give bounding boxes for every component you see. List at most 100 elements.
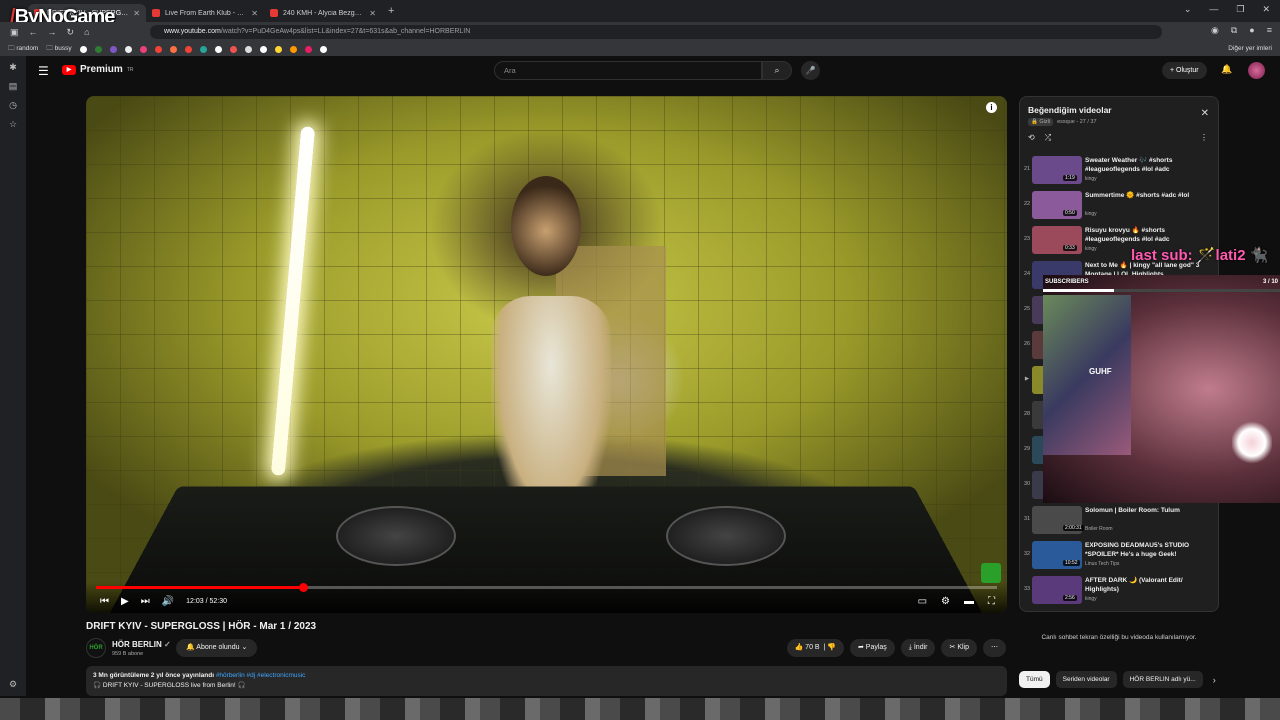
home-icon[interactable]: ⌂ xyxy=(84,27,89,38)
bookmark-icon[interactable] xyxy=(94,45,102,53)
playlist-item-title[interactable]: EXPOSING DEADMAU5's STUDIO *SPOILER* He'… xyxy=(1085,541,1210,559)
back-icon[interactable]: ← xyxy=(29,27,38,38)
browser-tab[interactable]: 240 KMH - Alycia Bezgo | HÖR ✕ xyxy=(264,4,382,22)
bookmark-icon[interactable] xyxy=(154,45,162,53)
create-button[interactable]: + Oluştur xyxy=(1162,62,1207,79)
chip-channel[interactable]: HÖR BERLIN adlı yü... xyxy=(1122,671,1203,688)
bookmark-icon[interactable] xyxy=(304,45,312,53)
subscribe-button[interactable]: 🔔 Abone olundu ⌄ xyxy=(176,639,258,657)
history-icon[interactable]: ◷ xyxy=(9,100,17,111)
new-tab-button[interactable]: + xyxy=(388,5,394,17)
bookmark-icon[interactable] xyxy=(289,45,297,53)
sidebar-toggle-icon[interactable]: ▣ xyxy=(10,27,19,38)
guide-menu-icon[interactable]: ☰ xyxy=(38,64,49,78)
youtube-premium-logo[interactable]: ▶ Premium TR xyxy=(62,64,133,75)
playlist-item-title[interactable]: AFTER DARK 🌙 (Valorant Edit/ Highlights) xyxy=(1085,576,1210,594)
download-button[interactable]: ⤓ İndir xyxy=(900,639,936,657)
fullscreen-icon[interactable]: ⛶ xyxy=(988,596,995,607)
progress-bar[interactable] xyxy=(96,583,997,592)
account-avatar[interactable] xyxy=(1248,62,1265,79)
settings-icon[interactable]: ⚙ xyxy=(941,596,950,607)
playlist-item-thumbnail[interactable] xyxy=(1032,611,1082,612)
extension-icon[interactable]: ◉ xyxy=(1211,25,1219,36)
thumbs-down-icon[interactable]: 👎 xyxy=(827,644,836,651)
bookmark-icon[interactable] xyxy=(184,45,192,53)
theater-mode-icon[interactable]: ▬ xyxy=(964,596,974,607)
bookmark-icon[interactable] xyxy=(124,45,132,53)
playlist-item[interactable]: 33 2:56 AFTER DARK 🌙 (Valorant Edit/ Highl… xyxy=(1020,573,1218,608)
playlist-item-title[interactable]: OFF OF MY MIND 💧 (Valorant xyxy=(1085,611,1210,612)
playlist-item[interactable]: 31 2:00:31 Solomun | Boiler Room: Tulum Boi… xyxy=(1020,503,1218,538)
bookmark-icon[interactable] xyxy=(214,45,222,53)
bookmark-icon[interactable] xyxy=(109,45,117,53)
share-button[interactable]: ➦ Paylaş xyxy=(849,639,895,657)
description-box[interactable]: 3 Mn görüntüleme 2 yıl önce yayınlandı #… xyxy=(86,666,1007,696)
search-button[interactable]: ⌕ xyxy=(762,61,792,80)
info-icon[interactable]: i xyxy=(986,102,997,113)
close-window-icon[interactable]: ✕ xyxy=(1262,4,1270,15)
profile-icon[interactable]: ● xyxy=(1249,25,1254,36)
bookmark-icon[interactable] xyxy=(229,45,237,53)
bookmark-icon[interactable] xyxy=(319,45,327,53)
playlist-item[interactable]: 34OFF OF MY MIND 💧 (Valorant xyxy=(1020,608,1218,612)
hashtags[interactable]: #hörberlin #dj #electronicmusic xyxy=(216,672,306,679)
bookmark-icon[interactable] xyxy=(244,45,252,53)
bookmark-icon[interactable] xyxy=(274,45,282,53)
scrubber-handle[interactable] xyxy=(299,583,309,592)
close-icon[interactable]: ✕ xyxy=(1201,108,1209,119)
bookmark-icon[interactable] xyxy=(79,45,87,53)
playlist-item[interactable]: 21 1:19 Sweater Weather 🎶 #shorts #leagueo… xyxy=(1020,153,1218,188)
volume-icon[interactable]: 🔊 xyxy=(162,596,174,607)
shuffle-icon[interactable]: ⤮ xyxy=(1045,133,1051,143)
bookmark-icon[interactable] xyxy=(259,45,267,53)
video-player[interactable]: i ⏮ ▶ ⏭ 🔊 12:03 / 52:30 ▭ ⚙ ▬ ⛶ xyxy=(86,96,1007,613)
playlist-title[interactable]: Beğendiğim videolar xyxy=(1028,105,1112,115)
chip-all[interactable]: Tümü xyxy=(1019,671,1050,688)
chevron-right-icon[interactable]: › xyxy=(1213,675,1216,685)
bookmark-icon[interactable] xyxy=(199,45,207,53)
playlist-item-title[interactable]: Sweater Weather 🎶 #shorts #leagueoflegen… xyxy=(1085,156,1210,174)
bookmark-folder-random[interactable]: 🗀 random xyxy=(8,44,38,55)
playlist-item[interactable]: 22 0:50 Summertime 🌞 #shorts #adc #lol king… xyxy=(1020,188,1218,223)
playlist-item-title[interactable]: Risuyu krovyu 🔥 #shorts #leagueoflegends… xyxy=(1085,226,1210,244)
reload-icon[interactable]: ↻ xyxy=(67,27,75,38)
reading-list-icon[interactable]: ▤ xyxy=(9,81,18,92)
clip-button[interactable]: ✂ Klip xyxy=(941,639,977,657)
notifications-bell-icon[interactable]: 🔔 xyxy=(1221,64,1232,75)
loop-icon[interactable]: ⟲ xyxy=(1028,133,1035,143)
playlist-item[interactable]: 32 10:52 EXPOSING DEADMAU5's STUDIO *SPOIL… xyxy=(1020,538,1218,573)
search-input[interactable]: Ara xyxy=(494,61,762,80)
subtitles-icon[interactable]: ▭ xyxy=(918,596,927,607)
channel-watermark-icon[interactable] xyxy=(981,563,1001,583)
minimize-icon[interactable]: — xyxy=(1209,4,1218,15)
next-icon[interactable]: ⏭ xyxy=(141,596,150,607)
tab-search-icon[interactable]: ⌄ xyxy=(1184,4,1192,15)
more-vert-icon[interactable]: ⋮ xyxy=(1200,133,1208,142)
close-tab-icon[interactable]: ✕ xyxy=(251,9,258,18)
forward-icon[interactable]: → xyxy=(48,27,57,38)
bookmark-icon[interactable] xyxy=(169,45,177,53)
pinned-icon[interactable]: ✱ xyxy=(9,62,17,73)
url-field[interactable]: www.youtube.com/watch?v=PuD4GeAw4ps&list… xyxy=(150,25,1162,39)
settings-gear-icon[interactable]: ⚙ xyxy=(9,679,17,690)
play-icon[interactable]: ▶ xyxy=(121,596,129,607)
extensions-puzzle-icon[interactable]: ⧉ xyxy=(1231,25,1237,36)
menu-icon[interactable]: ≡ xyxy=(1267,25,1272,36)
close-tab-icon[interactable]: ✕ xyxy=(133,9,140,18)
channel-avatar[interactable]: HÖR xyxy=(86,638,106,658)
playlist-item-title[interactable]: Summertime 🌞 #shorts #adc #lol xyxy=(1085,191,1210,200)
playlist-item-title[interactable]: Solomun | Boiler Room: Tulum xyxy=(1085,506,1210,515)
other-bookmarks[interactable]: Diğer yer imleri xyxy=(1228,45,1272,52)
bookmark-star-icon[interactable]: ☆ xyxy=(9,119,17,130)
browser-tab[interactable]: Live From Earth Klub - horsegi ✕ xyxy=(146,4,264,22)
bookmark-icon[interactable] xyxy=(139,45,147,53)
like-button[interactable]: 👍 70 B | 👎 xyxy=(786,639,844,657)
maximize-icon[interactable]: ❐ xyxy=(1236,4,1244,15)
bookmark-folder-bussy[interactable]: 🗀 bussy xyxy=(46,44,71,55)
more-actions-button[interactable]: ⋯ xyxy=(983,639,1006,657)
chip-series[interactable]: Seriden videolar xyxy=(1055,671,1117,688)
close-tab-icon[interactable]: ✕ xyxy=(369,9,376,18)
previous-icon[interactable]: ⏮ xyxy=(100,596,109,607)
channel-name[interactable]: HÖR BERLIN ✓ xyxy=(112,640,171,649)
voice-search-button[interactable]: 🎤 xyxy=(801,61,820,80)
